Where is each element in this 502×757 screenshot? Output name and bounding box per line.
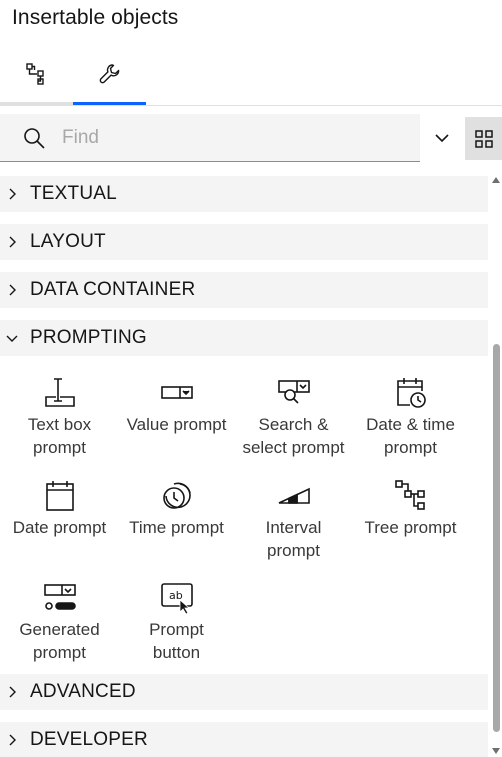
chevron-down-icon — [6, 335, 18, 342]
item-label: Search & select prompt — [242, 415, 345, 457]
tab-bar — [0, 46, 502, 106]
chevron-right-icon — [9, 188, 16, 200]
section-prompting[interactable]: PROMPTING — [0, 320, 488, 356]
search-icon — [24, 127, 45, 149]
item-text-box-prompt[interactable]: Text box prompt — [1, 375, 118, 459]
item-label: Value prompt — [126, 415, 227, 434]
item-label: Date & time prompt — [366, 415, 455, 457]
date-prompt-icon — [45, 481, 74, 511]
vertical-scrollbar[interactable] — [489, 176, 502, 757]
section-developer[interactable]: DEVELOPER — [0, 722, 488, 757]
generated-prompt-icon — [43, 584, 76, 610]
section-label: DEVELOPER — [30, 729, 148, 750]
scroll-up-arrow-icon[interactable] — [492, 176, 500, 184]
section-layout[interactable]: LAYOUT — [0, 224, 488, 260]
text-box-prompt-icon — [44, 378, 75, 407]
search-select-prompt-icon — [277, 380, 310, 404]
chevron-right-icon — [9, 236, 16, 248]
section-label: ADVANCED — [30, 681, 136, 702]
item-label: Prompt button — [149, 620, 204, 662]
item-label: Tree prompt — [364, 518, 457, 537]
tab-tree-view[interactable] — [0, 46, 73, 105]
chevron-right-icon — [9, 686, 16, 698]
item-label: Interval prompt — [265, 518, 322, 560]
grid-view-button[interactable] — [465, 117, 502, 160]
section-label: PROMPTING — [30, 327, 147, 348]
section-label: TEXTUAL — [30, 183, 117, 204]
item-time-prompt[interactable]: Time prompt — [118, 478, 235, 539]
search-box — [0, 114, 420, 162]
scrollbar-thumb[interactable] — [493, 344, 500, 732]
chevron-right-icon — [9, 734, 16, 746]
item-interval-prompt[interactable]: Interval prompt — [235, 478, 352, 562]
item-label: Text box prompt — [27, 415, 92, 457]
item-generated-prompt[interactable]: Generated prompt — [1, 580, 118, 664]
time-prompt-icon — [162, 482, 191, 509]
chevron-down-icon — [435, 134, 449, 143]
toolbox-icon — [99, 64, 119, 84]
item-prompt-button[interactable]: ab Prompt button — [118, 580, 235, 664]
item-tree-prompt[interactable]: Tree prompt — [352, 478, 469, 539]
grid-view-icon — [474, 129, 493, 148]
section-advanced[interactable]: ADVANCED — [0, 674, 488, 710]
section-textual[interactable]: TEXTUAL — [0, 176, 488, 212]
search-input[interactable] — [62, 126, 382, 149]
item-date-time-prompt[interactable]: Date & time prompt — [352, 375, 469, 459]
chevron-right-icon — [9, 284, 16, 296]
tree-prompt-icon — [394, 480, 425, 510]
item-label: Time prompt — [129, 518, 224, 537]
section-label: DATA CONTAINER — [30, 279, 196, 300]
interval-prompt-icon — [278, 487, 310, 504]
svg-text:ab: ab — [169, 589, 183, 602]
date-time-prompt-icon — [396, 378, 426, 408]
tab-toolbox[interactable] — [73, 46, 146, 105]
value-prompt-icon — [160, 386, 193, 399]
item-value-prompt[interactable]: Value prompt — [118, 375, 235, 436]
item-search-select-prompt[interactable]: Search & select prompt — [235, 375, 352, 459]
item-label: Date prompt — [12, 518, 107, 537]
panel-title: Insertable objects — [12, 6, 179, 29]
section-label: LAYOUT — [30, 231, 106, 252]
item-date-prompt[interactable]: Date prompt — [1, 478, 118, 539]
filter-dropdown-button[interactable] — [420, 114, 464, 162]
item-label: Generated prompt — [19, 620, 100, 662]
prompt-button-icon: ab — [160, 583, 193, 615]
section-data-container[interactable]: DATA CONTAINER — [0, 272, 488, 308]
scroll-down-arrow-icon[interactable] — [492, 747, 500, 755]
tree-view-icon — [25, 63, 44, 85]
